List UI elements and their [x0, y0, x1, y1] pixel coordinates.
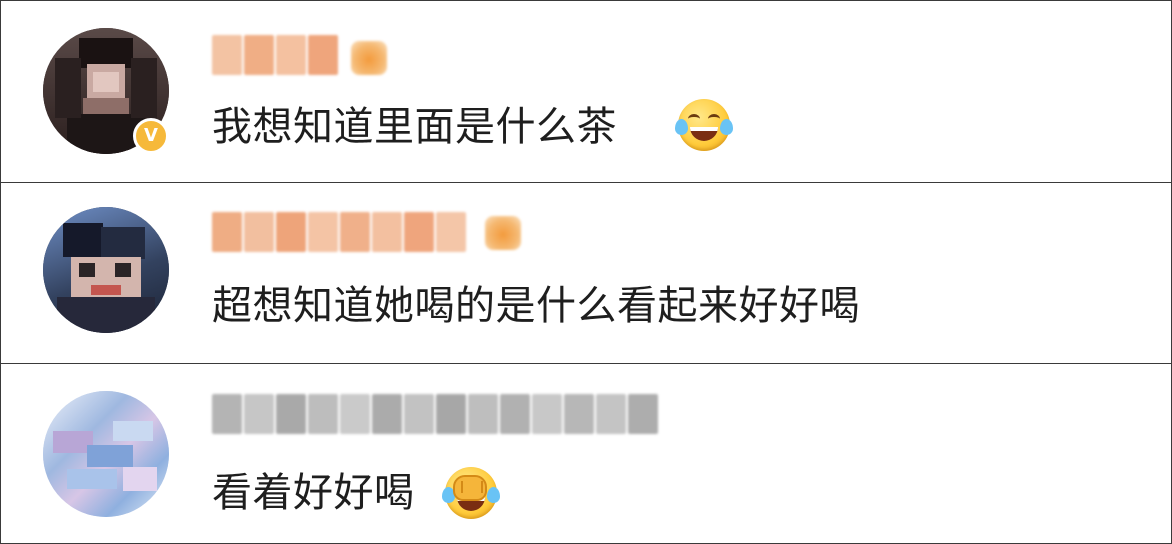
comment-text: 看着好好喝: [212, 470, 415, 516]
comment-list: V 我想知道里面是什么茶 超想知道她喝的是什么看起来好好喝 看着好好喝: [0, 0, 1172, 544]
facepalm-emoji-icon: [442, 467, 500, 519]
comment-item: 看着好好喝: [1, 363, 1171, 543]
username-blurred[interactable]: [212, 394, 658, 436]
comment-text: 我想知道里面是什么茶: [212, 104, 617, 150]
username-blurred[interactable]: [212, 35, 338, 77]
member-crown-icon: [351, 41, 387, 75]
username-blurred[interactable]: [212, 212, 466, 254]
comment-item: V 我想知道里面是什么茶: [1, 1, 1171, 182]
user-avatar[interactable]: [43, 207, 169, 333]
comment-text: 超想知道她喝的是什么看起来好好喝: [212, 283, 860, 329]
verified-badge-icon: V: [133, 118, 169, 154]
face-with-tears-of-joy-icon: [675, 99, 733, 151]
comment-item: 超想知道她喝的是什么看起来好好喝: [1, 182, 1171, 363]
member-crown-icon: [485, 216, 521, 250]
user-avatar[interactable]: [43, 391, 169, 517]
